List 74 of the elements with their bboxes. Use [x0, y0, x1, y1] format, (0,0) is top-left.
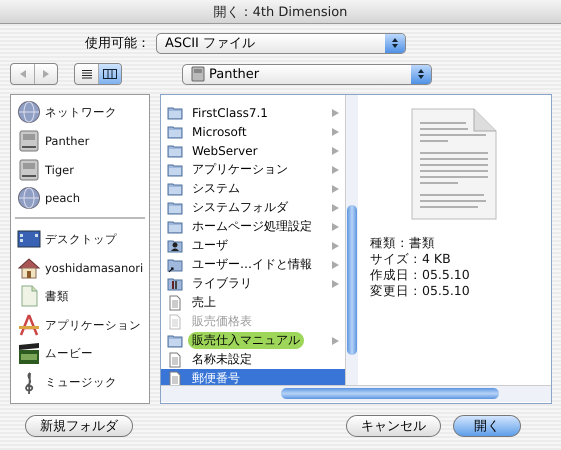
stepper-icon	[385, 34, 405, 52]
folder-icon	[167, 180, 183, 196]
disclosure-arrow-icon	[332, 146, 339, 154]
sidebar-item[interactable]: Panther	[11, 126, 149, 156]
file-row[interactable]: 名称未設定	[161, 350, 345, 369]
disclosure-arrow-icon	[332, 166, 339, 174]
file-row[interactable]: FirstClass7.1	[161, 103, 345, 122]
folder-icon	[167, 332, 183, 348]
file-info-text: 作成日：05.5.10	[370, 267, 470, 283]
disclosure-arrow-icon	[332, 184, 339, 192]
file-row[interactable]: ユーザー…イドと情報	[161, 255, 345, 274]
format-popup[interactable]: ASCII ファイル	[156, 32, 406, 54]
column-view-button[interactable]	[98, 64, 121, 84]
movies-icon	[17, 342, 41, 366]
file-row[interactable]: WebServer	[161, 141, 345, 160]
folder-icon	[167, 162, 183, 178]
location-popup[interactable]: Panther	[182, 64, 432, 84]
left-arrow-icon	[18, 69, 26, 79]
column-view-icon	[103, 69, 117, 79]
disclosure-arrow-icon	[332, 336, 339, 344]
file-row[interactable]: システム	[161, 179, 345, 198]
horizontal-scrollbar[interactable]	[161, 385, 551, 402]
folder-icon	[167, 276, 183, 292]
folder-icon	[167, 124, 183, 140]
dialog-button[interactable]: 新規フォルダ	[25, 415, 133, 437]
file-info-text: 変更日：05.5.10	[370, 283, 470, 299]
disclosure-arrow-icon	[332, 242, 339, 250]
disclosure-arrow-icon	[332, 280, 339, 288]
folder-icon	[167, 200, 183, 216]
file-row[interactable]: 売上	[161, 293, 345, 312]
document-icon	[167, 352, 183, 368]
disclosure-arrow-icon	[332, 260, 339, 268]
window-title: 開く：4th Dimension	[0, 0, 561, 24]
stepper-icon	[411, 64, 431, 84]
folder-icon	[167, 218, 183, 234]
dialog-button[interactable]: キャンセル	[346, 415, 441, 437]
file-row[interactable]: ライブラリ	[161, 274, 345, 293]
file-info-text: サイズ：4 KB	[370, 251, 452, 267]
file-row[interactable]: アプリケーション	[161, 160, 345, 179]
disclosure-arrow-icon	[332, 108, 339, 116]
open-button[interactable]: 開く	[453, 415, 521, 437]
applications-icon	[17, 313, 41, 338]
network-icon	[17, 186, 41, 210]
file-row[interactable]: Microsoft	[161, 122, 345, 141]
document-icon	[167, 370, 183, 385]
disclosure-arrow-icon	[332, 222, 339, 230]
folder-icon	[167, 256, 183, 272]
home-icon	[17, 256, 41, 280]
sidebar-item[interactable]: Tiger	[11, 155, 149, 184]
file-row[interactable]: ユーザ	[161, 236, 345, 255]
folder-icon	[167, 104, 183, 120]
right-arrow-icon	[42, 69, 50, 79]
network-icon	[17, 100, 41, 124]
sidebar-item[interactable]: デスクトップ	[11, 224, 149, 254]
list-view-icon	[80, 69, 92, 79]
sidebar-item[interactable]: yoshidamasanori	[11, 253, 149, 282]
file-row[interactable]: 郵便番号	[161, 369, 345, 385]
disclosure-arrow-icon	[332, 204, 339, 212]
sidebar-item[interactable]: 書類	[11, 282, 149, 311]
disclosure-arrow-icon	[332, 128, 339, 136]
folder-icon	[167, 142, 183, 158]
sidebar-item[interactable]: peach	[11, 184, 149, 213]
sidebar-item[interactable]: ネットワーク	[11, 98, 149, 127]
vertical-scrollbar[interactable]	[345, 95, 358, 385]
sidebar-item[interactable]: ミュージック	[11, 368, 149, 397]
file-row[interactable]: ホームページ処理設定	[161, 217, 345, 236]
sidebar-item[interactable]: アプリケーション	[11, 310, 149, 340]
file-row[interactable]: システムフォルダ	[161, 198, 345, 217]
document-icon	[167, 314, 183, 330]
document-icon	[167, 294, 183, 310]
format-label: 使用可能：	[84, 35, 151, 52]
file-info-text: 種類：書類	[370, 235, 436, 251]
folder-icon	[167, 238, 183, 254]
sidebar-item[interactable]: ムービー	[11, 340, 149, 368]
